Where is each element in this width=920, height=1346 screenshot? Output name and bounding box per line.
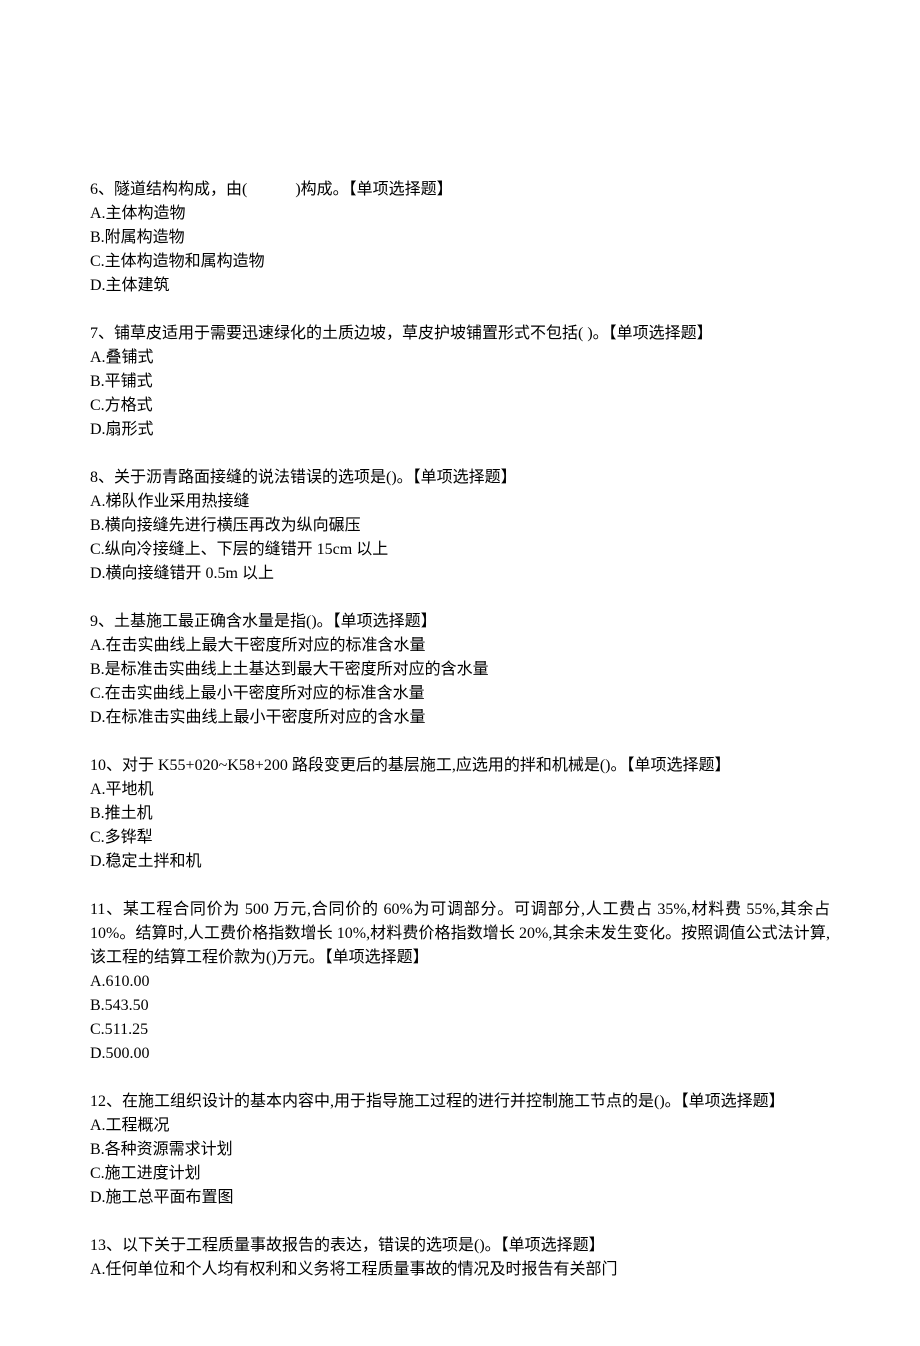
question-stem: 8、关于沥青路面接缝的说法错误的选项是()。【单项选择题】 (90, 466, 830, 490)
question-option: A.任何单位和个人均有权利和义务将工程质量事故的情况及时报告有关部门 (90, 1258, 830, 1282)
question-option: D.主体建筑 (90, 274, 830, 298)
question-option: D.扇形式 (90, 418, 830, 442)
question-option: A.610.00 (90, 970, 830, 994)
question-option: A.主体构造物 (90, 202, 830, 226)
question-option: B.是标准击实曲线上土基达到最大干密度所对应的含水量 (90, 658, 830, 682)
question-block: 10、对于 K55+020~K58+200 路段变更后的基层施工,应选用的拌和机… (90, 754, 830, 874)
question-option: B.推土机 (90, 802, 830, 826)
question-option: D.施工总平面布置图 (90, 1186, 830, 1210)
question-option: D.500.00 (90, 1042, 830, 1066)
question-block: 13、以下关于工程质量事故报告的表达，错误的选项是()。【单项选择题】 A.任何… (90, 1234, 830, 1282)
question-option: A.工程概况 (90, 1114, 830, 1138)
question-block: 8、关于沥青路面接缝的说法错误的选项是()。【单项选择题】 A.梯队作业采用热接… (90, 466, 830, 586)
question-stem: 11、某工程合同价为 500 万元,合同价的 60%为可调部分。可调部分,人工费… (90, 898, 830, 970)
question-block: 6、隧道结构构成，由( )构成。【单项选择题】 A.主体构造物 B.附属构造物 … (90, 178, 830, 298)
question-block: 11、某工程合同价为 500 万元,合同价的 60%为可调部分。可调部分,人工费… (90, 898, 830, 1066)
question-option: C.施工进度计划 (90, 1162, 830, 1186)
question-option: B.平铺式 (90, 370, 830, 394)
question-block: 9、土基施工最正确含水量是指()。【单项选择题】 A.在击实曲线上最大干密度所对… (90, 610, 830, 730)
question-option: D.横向接缝错开 0.5m 以上 (90, 562, 830, 586)
question-stem: 9、土基施工最正确含水量是指()。【单项选择题】 (90, 610, 830, 634)
question-option: A.梯队作业采用热接缝 (90, 490, 830, 514)
question-option: C.方格式 (90, 394, 830, 418)
question-option: B.附属构造物 (90, 226, 830, 250)
question-option: D.在标准击实曲线上最小干密度所对应的含水量 (90, 706, 830, 730)
question-option: A.平地机 (90, 778, 830, 802)
question-stem: 7、铺草皮适用于需要迅速绿化的土质边坡，草皮护坡铺置形式不包括( )。【单项选择… (90, 322, 830, 346)
question-option: D.稳定土拌和机 (90, 850, 830, 874)
document-page: 6、隧道结构构成，由( )构成。【单项选择题】 A.主体构造物 B.附属构造物 … (0, 0, 920, 1346)
question-option: A.在击实曲线上最大干密度所对应的标准含水量 (90, 634, 830, 658)
question-block: 7、铺草皮适用于需要迅速绿化的土质边坡，草皮护坡铺置形式不包括( )。【单项选择… (90, 322, 830, 442)
question-option: B.横向接缝先进行横压再改为纵向碾压 (90, 514, 830, 538)
question-option: A.叠铺式 (90, 346, 830, 370)
question-stem: 13、以下关于工程质量事故报告的表达，错误的选项是()。【单项选择题】 (90, 1234, 830, 1258)
question-option: C.511.25 (90, 1018, 830, 1042)
question-option: C.主体构造物和属构造物 (90, 250, 830, 274)
question-option: C.多铧犁 (90, 826, 830, 850)
question-option: C.在击实曲线上最小干密度所对应的标准含水量 (90, 682, 830, 706)
question-option: B.543.50 (90, 994, 830, 1018)
question-stem: 6、隧道结构构成，由( )构成。【单项选择题】 (90, 178, 830, 202)
question-stem: 12、在施工组织设计的基本内容中,用于指导施工过程的进行并控制施工节点的是()。… (90, 1090, 830, 1114)
question-option: C.纵向冷接缝上、下层的缝错开 15cm 以上 (90, 538, 830, 562)
question-block: 12、在施工组织设计的基本内容中,用于指导施工过程的进行并控制施工节点的是()。… (90, 1090, 830, 1210)
question-option: B.各种资源需求计划 (90, 1138, 830, 1162)
question-stem: 10、对于 K55+020~K58+200 路段变更后的基层施工,应选用的拌和机… (90, 754, 830, 778)
